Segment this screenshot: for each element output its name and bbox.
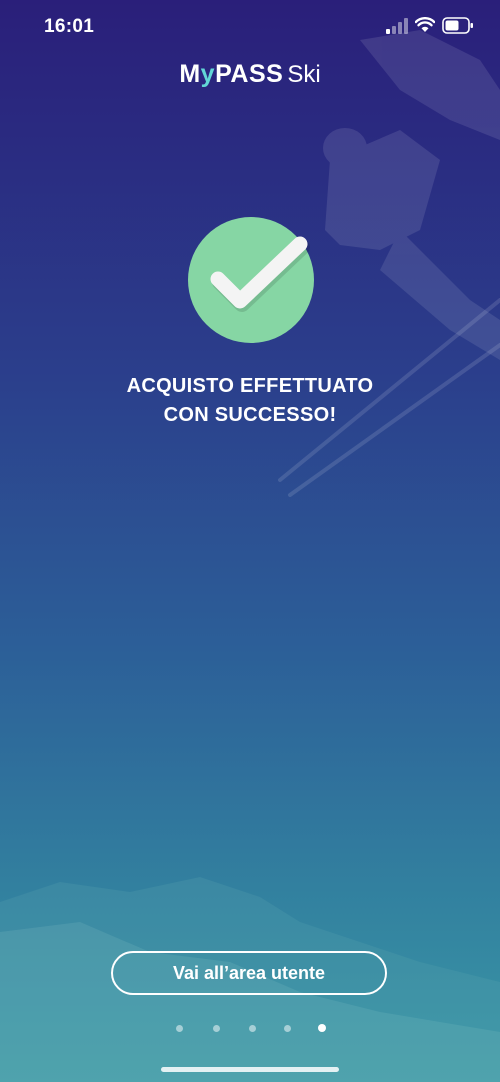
page-dot-1[interactable]	[176, 1025, 183, 1032]
battery-icon	[442, 17, 473, 34]
purchase-success-screen: 16:01 MyPASS Ski ACQUISTO EFFETTUATO CON…	[0, 0, 500, 1082]
mypass-ski-logo: MyPASS Ski	[0, 60, 500, 96]
page-dot-4[interactable]	[284, 1025, 291, 1032]
page-indicator	[0, 1022, 500, 1036]
page-dot-5-active[interactable]	[318, 1024, 326, 1032]
mountain-background	[0, 877, 500, 1082]
success-message-line2: CON SUCCESSO!	[163, 404, 337, 426]
go-to-user-area-button[interactable]: Vai all’area utente	[111, 951, 387, 995]
cellular-signal-icon	[386, 18, 408, 34]
logo-product: Ski	[287, 61, 321, 88]
wifi-icon	[415, 17, 435, 32]
home-indicator[interactable]	[161, 1067, 339, 1072]
page-dot-3[interactable]	[249, 1025, 256, 1032]
checkmark-icon	[210, 236, 310, 312]
status-time: 16:01	[44, 16, 95, 37]
page-dot-2[interactable]	[213, 1025, 220, 1032]
logo-brand: MyPASS	[179, 60, 284, 88]
success-message-line1: ACQUISTO EFFETTUATO	[126, 375, 374, 397]
success-checkmark-badge	[188, 217, 314, 343]
status-bar: 16:01	[0, 0, 500, 56]
success-message: ACQUISTO EFFETTUATO CON SUCCESSO!	[40, 372, 460, 430]
